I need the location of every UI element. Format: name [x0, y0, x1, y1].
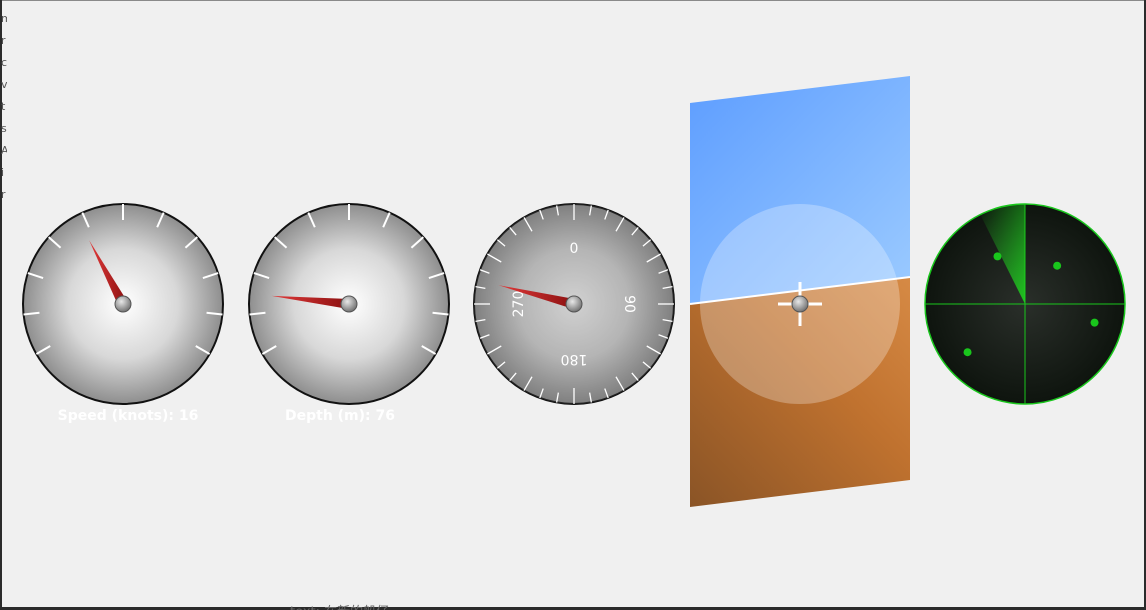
- heading-gauge: 0 90 180 270: [473, 203, 675, 405]
- heading-label: 180: [561, 351, 588, 367]
- radar-blip: [1090, 318, 1099, 327]
- speed-label: Speed (knots): 16: [57, 408, 199, 424]
- radar-blip: [963, 348, 972, 357]
- heading-label: 90: [621, 295, 637, 313]
- heading-needle-hub: [565, 295, 583, 313]
- gauges-canvas: 0 90 180 270: [22, 76, 1126, 507]
- speed-needle-hub: [114, 295, 132, 313]
- attitude-indicator: [689, 76, 911, 507]
- depth-gauge: [248, 203, 450, 405]
- depth-label: Depth (m): 76: [284, 408, 395, 424]
- radar-blip: [1053, 261, 1062, 270]
- instrument-panel: mrcvtsAir 0 90 180 270 Speed (knots): 16…: [0, 0, 1146, 610]
- heading-label: 0: [570, 241, 579, 257]
- speed-gauge: [22, 203, 224, 405]
- heading-label: 270: [511, 291, 527, 318]
- depth-needle-hub: [340, 295, 358, 313]
- radar-blip: [993, 252, 1002, 261]
- radar-display: [924, 203, 1126, 405]
- clipped-bottom-text: text: 在新的船仔: [290, 600, 490, 610]
